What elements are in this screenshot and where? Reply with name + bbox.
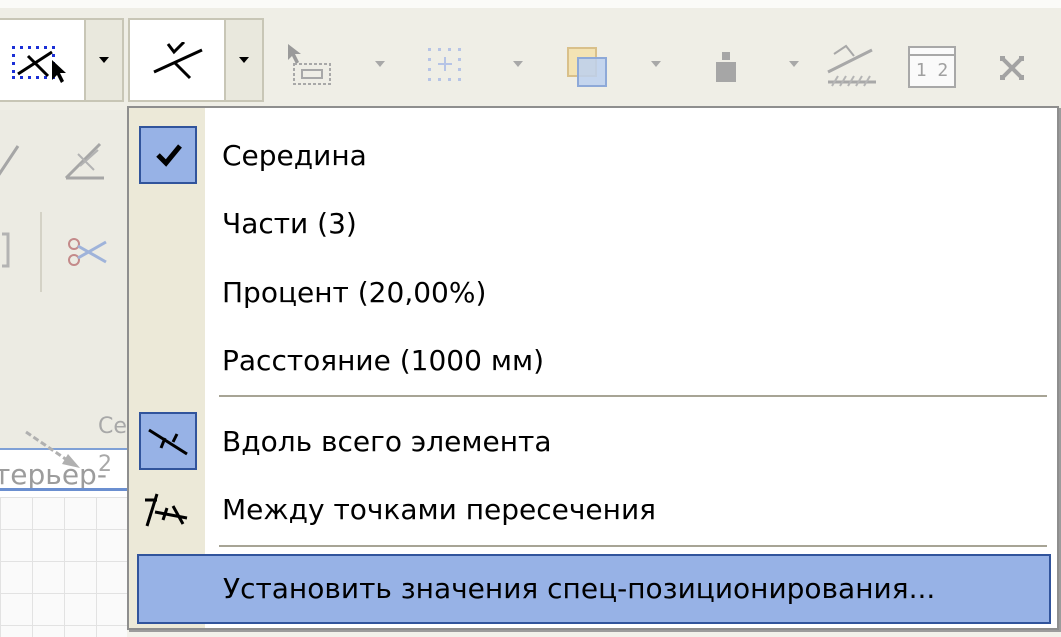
arrow-line-icon — [25, 430, 80, 468]
panel-divider — [40, 212, 42, 292]
menu-item-label: Середина — [222, 139, 367, 172]
line-tool-icon[interactable] — [0, 140, 24, 180]
angle-tool-icon[interactable] — [60, 136, 110, 184]
menu-separator — [219, 545, 1047, 548]
menu-item-label: Расстояние (1000 мм) — [222, 344, 544, 377]
bracket-icon[interactable] — [0, 230, 14, 270]
grid-snap-icon[interactable] — [426, 46, 470, 86]
menu-item-label: Процент (20,00%) — [222, 276, 487, 309]
surface-hatch-icon[interactable] — [824, 42, 880, 92]
special-snap-menu: Середина Части (3) Процент (20,00%) Расс… — [127, 106, 1059, 630]
menu-item-label: Установить значения спец-позиционировани… — [223, 572, 936, 605]
selection-line — [0, 488, 127, 491]
special-snap-midpoint-icon — [153, 42, 203, 80]
pin-dropdown[interactable] — [784, 58, 804, 70]
grid-snap-dropdown[interactable] — [508, 58, 528, 70]
menu-item-label: Вдоль всего элемента — [222, 425, 552, 458]
menu-item-set-special-snap-values[interactable]: Установить значения спец-позиционировани… — [137, 554, 1051, 624]
menu-item-percent[interactable]: Процент (20,00%) — [129, 259, 1057, 327]
cursor-select-icon[interactable] — [286, 42, 338, 88]
background-tool-panel: терьер- Се 2 — [0, 110, 127, 637]
menu-item-along-element[interactable]: Вдоль всего элемента — [129, 408, 1057, 476]
special-snap-button[interactable] — [128, 18, 226, 102]
snap-point-dropdown[interactable] — [86, 18, 124, 102]
snap-point-button[interactable] — [0, 18, 86, 102]
pin-icon[interactable] — [712, 50, 740, 86]
partial-label-top: Се — [98, 414, 127, 439]
partial-label-bottom: 2 — [98, 452, 112, 477]
menu-item-parts[interactable]: Части (3) — [129, 190, 1057, 258]
between-intersections-icon — [145, 493, 188, 527]
layers-dropdown[interactable] — [646, 58, 666, 70]
ruler-label: 1 2 — [915, 60, 949, 81]
menu-item-distance[interactable]: Расстояние (1000 мм) — [129, 327, 1057, 395]
checkmark-icon — [156, 144, 182, 167]
menu-item-midpoint[interactable]: Середина — [129, 122, 1057, 190]
menu-separator — [219, 395, 1047, 398]
ruler-measure-icon[interactable]: 1 2 — [908, 46, 956, 88]
special-snap-dropdown[interactable] — [226, 18, 264, 102]
along-element-icon — [148, 428, 188, 456]
layers-overlap-icon[interactable] — [566, 46, 610, 90]
close-icon[interactable] — [998, 54, 1026, 82]
special-snap-toolbar: 1 2 — [0, 0, 1061, 110]
cursor-select-dropdown[interactable] — [370, 58, 390, 70]
menu-item-label: Части (3) — [222, 207, 357, 240]
menu-item-label: Между точками пересечения — [222, 493, 656, 526]
checked-indicator — [139, 126, 197, 184]
snap-point-pointer-icon — [12, 46, 66, 83]
menu-item-between-intersections[interactable]: Между точками пересечения — [129, 476, 1057, 544]
scissors-icon[interactable] — [66, 234, 110, 270]
drawing-grid — [0, 497, 127, 637]
checked-indicator — [139, 412, 197, 470]
